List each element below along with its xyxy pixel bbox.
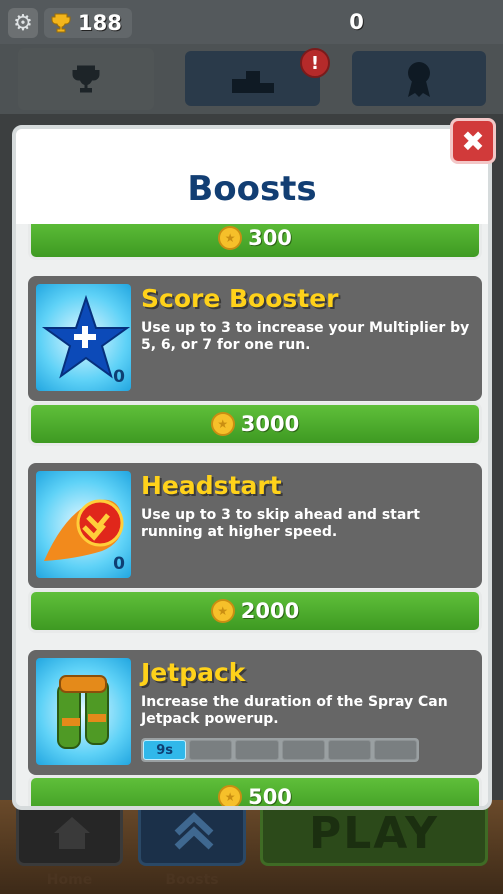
score-counter: 0 (349, 10, 364, 34)
owned-count: 0 (113, 367, 125, 387)
upgrade-segment (235, 740, 279, 760)
alert-badge: ! (300, 48, 330, 78)
home-icon (54, 817, 90, 849)
dialog-title: Boosts (187, 169, 317, 209)
coin-icon: ★ (218, 226, 243, 250)
coin-icon: ★ (210, 412, 235, 436)
owned-count: 0 (113, 554, 125, 574)
upgrade-segment (189, 740, 233, 760)
upgrade-progress-bar: 9s (141, 738, 419, 762)
medal-icon (408, 61, 430, 97)
boosts-label: Boosts (165, 872, 219, 888)
buy-button[interactable]: ★ 3000 (28, 402, 482, 446)
buy-button[interactable]: ★ 500 (28, 775, 482, 806)
chevron-up-icon (174, 812, 214, 850)
boost-card-headstart: 0 Headstart Use up to 3 to skip ahead an… (28, 463, 482, 588)
dialog-header: Boosts (16, 129, 488, 224)
boost-description: Increase the duration of the Spray Can J… (141, 694, 448, 727)
buy-button[interactable]: ★ 300 (28, 224, 482, 260)
boost-list[interactable]: ★ 300 0 Score Booster Use up to 3 to inc… (16, 224, 488, 806)
home-label: Home (46, 872, 93, 888)
boost-title: Score Booster (141, 284, 339, 313)
buy-button[interactable]: ★ 2000 (28, 589, 482, 633)
boost-description: Use up to 3 to increase your Multiplier … (141, 320, 470, 353)
price-label: 2000 (240, 599, 300, 623)
podium-icon (231, 70, 274, 93)
upgrade-segment-filled: 9s (143, 740, 187, 760)
headstart-image: 0 (36, 471, 131, 578)
coin-icon: ★ (218, 785, 243, 806)
jetpack-icon (57, 675, 109, 749)
boost-card-score-booster: 0 Score Booster Use up to 3 to increase … (28, 276, 482, 401)
boost-card-jetpack: Jetpack Increase the duration of the Spr… (28, 650, 482, 775)
boost-title: Headstart (141, 471, 282, 500)
upgrade-segment (373, 740, 418, 760)
price-label: 500 (248, 785, 292, 806)
score-booster-image: 0 (36, 284, 131, 391)
upgrade-segment (327, 740, 371, 760)
tab-trophy[interactable] (18, 48, 154, 110)
price-label: 3000 (240, 412, 300, 436)
upgrade-segment (281, 740, 325, 760)
play-label: PLAY (309, 807, 439, 859)
jetpack-image (36, 658, 131, 765)
tab-achievements[interactable] (352, 51, 486, 106)
close-button[interactable]: ✖ (450, 118, 496, 164)
boost-description: Use up to 3 to skip ahead and start runn… (141, 507, 420, 540)
coin-icon: ★ (210, 599, 235, 623)
boosts-dialog: Boosts ★ 300 0 Score Booster Use up to 3… (12, 125, 492, 810)
boost-title: Jetpack (141, 658, 246, 687)
trophy-tab-icon (72, 65, 100, 93)
price-label: 300 (248, 226, 292, 250)
